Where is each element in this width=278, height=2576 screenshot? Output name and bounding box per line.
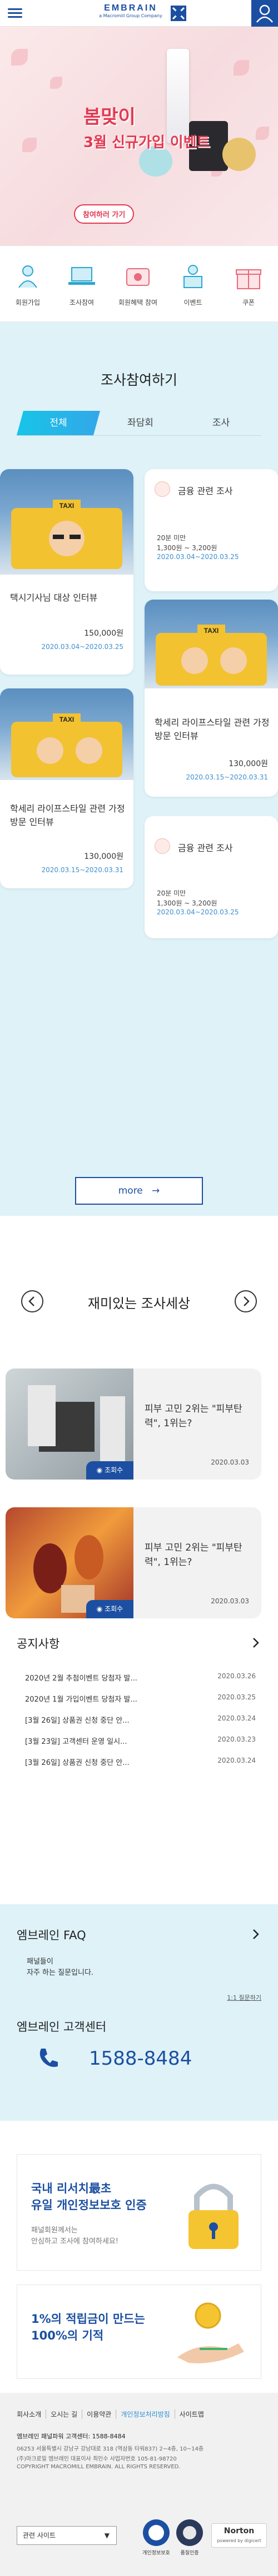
notice-item[interactable]: 2020년 2월 추첨이벤트 당첨자 발... 2020.03.26 [25,1672,256,1689]
survey-type-icon [155,838,170,854]
related-site-select[interactable]: 관련 사이트 ▼ [17,2526,117,2545]
eye-icon: ◉ [96,1466,105,1474]
caret-down-icon: ▼ [104,2532,110,2539]
footer-copyright: COPYRIGHT MACROMILL EMBRAIN. ALL RIGHTS … [17,2464,181,2470]
notice-header[interactable]: 공지사항 [17,1635,261,1653]
norton-badge: Norton powered by digicert [211,2523,267,2548]
lock-icon [177,2171,250,2255]
svg-text:TAXI: TAXI [59,502,74,510]
banner-title: 봄맞이 3월 신규가입 이벤트 [83,106,210,151]
footer-link[interactable]: 회사소개 [17,2409,47,2419]
quick-survey[interactable]: 조사참여 [57,261,107,307]
more-button[interactable]: more → [75,1177,203,1205]
notice-item[interactable]: 2020년 1월 가입이벤트 당첨자 발... 2020.03.25 [25,1693,256,1710]
tab-survey[interactable]: 조사 [181,411,261,435]
fun-survey-header: 재미있는 조사세상 [0,1288,278,1316]
quick-menu: 회원가입 조사참여 회원혜택 참여 이벤트 쿠폰 [0,255,278,322]
norton-label: Norton [224,2527,255,2535]
survey-card[interactable]: TAXI 학세리 라이프스타일 관련 가정방문 인터뷰 130,000원 202… [0,688,133,888]
svg-text:TAXI: TAXI [59,716,74,723]
top-header: EMBRAIN a Macromill Group Company [0,0,278,27]
survey-tabs: 전체 좌담회 조사 [17,411,261,436]
logo[interactable]: EMBRAIN a Macromill Group Company [92,3,186,23]
menu-icon[interactable] [6,6,24,21]
logo-text: EMBRAIN [104,3,157,13]
survey-card[interactable]: 금융 관련 조사 20분 미만 1,300원 ~ 3,200원 2020.03.… [145,816,278,938]
faq-desc-2: 자주 하는 질문입니다. [27,1969,94,1977]
footer-cs: 엠브레인 패널파워 고객센터: 1588-8484 [17,2433,126,2440]
notice-item[interactable]: [3월 26일] 상품권 신청 중단 안... 2020.03.24 [25,1714,256,1731]
views-badge: ◉ 조회수 [86,1600,133,1618]
eye-icon: ◉ [96,1605,105,1613]
footer-company: (주)마크로밀 엠브레인 대표이사 최인수 사업자번호 105-81-98720 [17,2456,177,2462]
banner-join-button[interactable]: 참여하러 가기 [74,204,135,224]
notice-item[interactable]: [3월 26일] 상품권 신청 중단 안... 2020.03.24 [25,1757,256,1773]
tab-all[interactable]: 전체 [17,411,100,435]
event-banner[interactable]: 봄맞이 3월 신규가입 이벤트 참여하러 가기 [0,27,278,246]
benefit-icon [122,261,153,292]
footer-links: 회사소개 오시는 길 이용약관 개인정보처리방침 사이트맵 [17,2409,213,2419]
survey-type-icon [155,481,170,497]
chevron-right-icon[interactable] [250,1635,261,1653]
quick-join[interactable]: 회원가입 [3,261,53,307]
quick-benefit[interactable]: 회원혜택 참여 [113,261,163,307]
cs-phone-number[interactable]: 1588-8484 [89,2047,192,2070]
footer-link[interactable]: 오시는 길 [51,2409,83,2419]
footer: 회사소개 오시는 길 이용약관 개인정보처리방침 사이트맵 엠브레인 패널파워 고객센터… [0,2393,278,2576]
survey-title: 조사참여하기 [100,372,177,388]
one-to-one-link[interactable]: 1:1 질문하기 [227,1993,261,2002]
logo-mark-icon [171,6,186,21]
taxi-driver-image: TAXI [145,600,278,688]
footer-link[interactable]: 사이트맵 [180,2409,209,2419]
notice-item[interactable]: [3월 23일] 고객센터 운영 일시... 2020.03.23 [25,1735,256,1752]
survey-card[interactable]: 금융 관련 조사 20분 미만 1,300원 ~ 3,200원 2020.03.… [145,469,278,591]
reward-banner[interactable]: 1%의 적립금이 만드는 100%의 기적 [17,2285,261,2379]
event-icon [177,261,209,292]
views-badge: ◉ 조회수 [86,1461,133,1480]
arrow-right-icon: → [146,1185,160,1196]
chevron-right-icon[interactable] [250,1926,261,1944]
quick-event[interactable]: 이벤트 [168,261,218,307]
coin-hand-icon [166,2296,250,2368]
taxi-driver-image: TAXI [0,688,133,780]
person-add-icon [12,261,43,292]
faq-section: 엠브레인 FAQ 패널들이 자주 하는 질문입니다. 1:1 질문하기 엠브레인… [0,1904,278,2121]
taxi-driver-image: TAXI [0,469,133,575]
tab-group-interview[interactable]: 좌담회 [100,411,181,435]
survey-laptop-icon [66,261,97,292]
fun-card[interactable]: ◉ 조회수 피부 고민 2위는 "피부탄력", 1위는? 2020.03.03 [6,1368,261,1480]
privacy-cert-banner[interactable]: 국내 리서치最초 유일 개인정보보호 인증 패널회원께서는 안심하고 조사에 참… [17,2154,261,2271]
footer-link[interactable]: 개인정보처리방침 [121,2409,175,2419]
survey-card[interactable]: TAXI 학세리 라이프스타일 관련 가정방문 인터뷰 130,000원 202… [145,600,278,797]
svg-text:TAXI: TAXI [204,627,219,635]
notice-title: 공지사항 [17,1637,60,1651]
quick-coupon[interactable]: 쿠폰 [224,261,274,307]
cs-center-title: 엠브레인 고객센터 [17,2020,107,2034]
footer-link[interactable]: 이용약관 [87,2409,117,2419]
phone-icon [33,2043,62,2072]
footer-address: 06253 서울특별시 강남구 강남대로 318 (역삼동 타워837) 2~4… [17,2446,204,2452]
faq-desc-1: 패널들이 [27,1958,53,1966]
privacy-cert-badge: 개인정보보호 [142,2518,171,2556]
faq-title[interactable]: 엠브레인 FAQ [17,1926,86,1943]
logo-subtitle: a Macromill Group Company [99,13,162,18]
survey-card[interactable]: TAXI 택시기사님 대상 인터뷰 150,000원 2020.03.04~20… [0,469,133,675]
gift-icon [233,261,264,292]
cosmetic-icon [222,138,256,171]
user-icon[interactable] [251,0,278,27]
quality-cert-badge: 품질인증 [175,2518,204,2556]
fun-card[interactable]: ◉ 조회수 피부 고민 2위는 "피부탄력", 1위는? 2020.03.03 [6,1507,261,1618]
next-button[interactable] [235,1290,257,1312]
